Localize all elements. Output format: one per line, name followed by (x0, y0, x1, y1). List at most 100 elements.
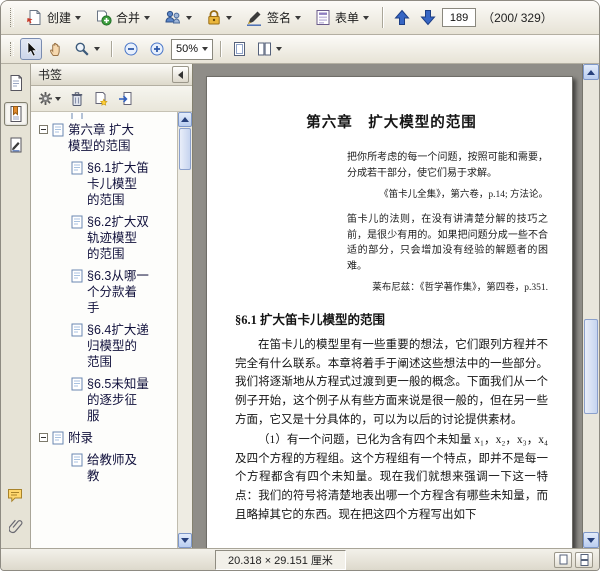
forms-button[interactable]: 表单 (309, 5, 375, 31)
zoom-in-button[interactable] (145, 38, 169, 60)
bookmark-item[interactable]: §6.5未知量的逐步征服 (31, 373, 177, 427)
zoom-level-value: 50% (176, 43, 198, 55)
bookmarks-icon (8, 105, 24, 123)
caret-down-icon (295, 16, 301, 20)
continuous-view-button[interactable] (575, 552, 593, 568)
bookmark-item-label: §6.2扩大双轨迹模型的范围 (87, 214, 149, 262)
bookmark-item-label: 附录 (68, 430, 136, 446)
epigraph-source: 《笛卡儿全集》，第六卷，p.14; 方法论。 (235, 186, 548, 200)
combine-files-label: 合并 (116, 9, 140, 26)
sign-label: 签名 (267, 9, 291, 26)
bookmark-item[interactable]: §6.4扩大递归模型的范围 (31, 319, 177, 373)
bookmark-item[interactable]: 给教师及教 (31, 449, 177, 487)
bookmark-item[interactable]: §6.1扩大笛卡儿模型的范围 (31, 157, 177, 211)
collapse-panel-button[interactable] (172, 66, 189, 83)
magnifier-icon (74, 41, 90, 57)
bookmarks-toolbar (31, 86, 192, 112)
bookmark-item-label: 给教师及教 (87, 452, 149, 484)
bookmark-page-icon (52, 431, 64, 445)
bookmarks-panel-title: 书签 (38, 66, 62, 83)
toolbar-grip[interactable] (10, 8, 14, 27)
arrow-page-icon (118, 91, 134, 107)
combine-files-button[interactable]: 合并 (89, 5, 156, 31)
scroll-up-button[interactable] (583, 64, 599, 80)
pen-icon (246, 9, 263, 26)
epigraph-quote: 把你所考虑的每一个问题，按照可能和需要，分成若干部分，使它们易于求解。 (347, 150, 548, 181)
fit-page-button[interactable] (228, 38, 251, 60)
lock-icon (206, 9, 222, 26)
bookmark-options-button[interactable] (38, 91, 61, 106)
expand-current-bookmark-button[interactable] (118, 91, 134, 107)
single-page-view-button[interactable] (554, 552, 572, 568)
bookmarks-panel-button[interactable] (4, 102, 28, 126)
bookmark-page-icon (52, 123, 64, 137)
delete-bookmark-button[interactable] (70, 91, 84, 107)
caret-down-icon (55, 97, 61, 101)
hand-tool-button[interactable] (44, 38, 68, 60)
bookmarks-panel-header: 书签 (31, 64, 192, 86)
document-scrollbar[interactable] (582, 64, 599, 548)
bookmark-item-label: §6.1扩大笛卡儿模型的范围 (87, 160, 149, 208)
bookmark-page-icon (71, 453, 83, 467)
bookmark-page-icon (71, 323, 83, 337)
toolbar-grip[interactable] (10, 42, 14, 56)
epigraph-source: 莱布尼兹：《哲学著作集》，第四卷，p.351. (235, 279, 548, 293)
scrollbar-track[interactable] (178, 171, 192, 533)
star-page-icon (93, 91, 109, 107)
bookmarks-tree-zone: 第六章 扩大模型的范围 §6.1扩大笛卡儿模型的范围 (31, 112, 192, 548)
select-tool-button[interactable] (20, 38, 42, 60)
new-pdf-page-icon (26, 9, 43, 26)
secure-button[interactable] (200, 5, 238, 31)
scrollbar-thumb[interactable] (179, 128, 191, 170)
signatures-icon (8, 136, 24, 154)
speech-bubble-icon (7, 487, 25, 504)
zoom-out-icon (123, 41, 139, 57)
document-view[interactable]: 第六章 扩大模型的范围 把你所考虑的每一个问题，按照可能和需要，分成若干部分，使… (193, 64, 582, 548)
scroll-up-icon (587, 70, 595, 75)
bookmark-item-label: §6.4扩大递归模型的范围 (87, 322, 149, 370)
bookmark-item[interactable]: 附录 (31, 427, 177, 449)
collapse-minus-icon[interactable] (39, 433, 48, 442)
form-icon (315, 9, 331, 26)
bookmark-item[interactable]: §6.3从哪一个分款着手 (31, 265, 177, 319)
scroll-down-button[interactable] (583, 532, 599, 548)
scrollbar-track[interactable] (583, 80, 599, 318)
page-display-button[interactable] (253, 38, 286, 60)
bookmarks-scrollbar[interactable] (177, 112, 192, 548)
new-bookmark-button[interactable] (93, 91, 109, 107)
attachments-panel-button[interactable] (4, 514, 28, 538)
bookmark-page-icon (71, 377, 83, 391)
toolbar-separator (111, 41, 112, 57)
sign-button[interactable]: 签名 (240, 5, 307, 31)
zoom-out-button[interactable] (119, 38, 143, 60)
zoom-level-combo[interactable]: 50% (171, 39, 213, 60)
scrollbar-thumb[interactable] (584, 319, 598, 414)
collaborate-icon (164, 9, 182, 26)
page-number-input[interactable] (442, 8, 476, 27)
chapter-title: 第六章 扩大模型的范围 (235, 111, 548, 132)
bookmark-item-label: §6.5未知量的逐步征服 (87, 376, 149, 424)
pages-panel-button[interactable] (4, 71, 28, 95)
bookmark-page-icon (71, 113, 83, 119)
bookmark-item[interactable]: 第六章 扩大模型的范围 (31, 119, 177, 157)
bookmark-item-label: §6.3从哪一个分款着手 (87, 268, 149, 316)
create-pdf-button[interactable]: 创建 (20, 5, 87, 31)
page-display-icon (257, 41, 272, 57)
scroll-up-icon (181, 117, 189, 122)
scrollbar-track[interactable] (583, 415, 599, 533)
collapse-minus-icon[interactable] (39, 125, 48, 134)
signatures-panel-button[interactable] (4, 133, 28, 157)
zoom-marquee-button[interactable] (70, 38, 104, 60)
scroll-down-button[interactable] (178, 533, 192, 548)
bookmark-item[interactable]: §6.2扩大双轨迹模型的范围 (31, 211, 177, 265)
forms-label: 表单 (335, 9, 359, 26)
scroll-up-button[interactable] (178, 112, 192, 127)
comments-panel-button[interactable] (4, 483, 28, 507)
down-arrow-icon (420, 9, 436, 26)
gear-icon (38, 91, 53, 106)
view-toolbar: 50% (1, 35, 599, 64)
next-page-button[interactable] (416, 7, 440, 29)
collaborate-button[interactable] (158, 5, 198, 31)
navigation-pane-strip (1, 64, 31, 548)
previous-page-button[interactable] (390, 7, 414, 29)
